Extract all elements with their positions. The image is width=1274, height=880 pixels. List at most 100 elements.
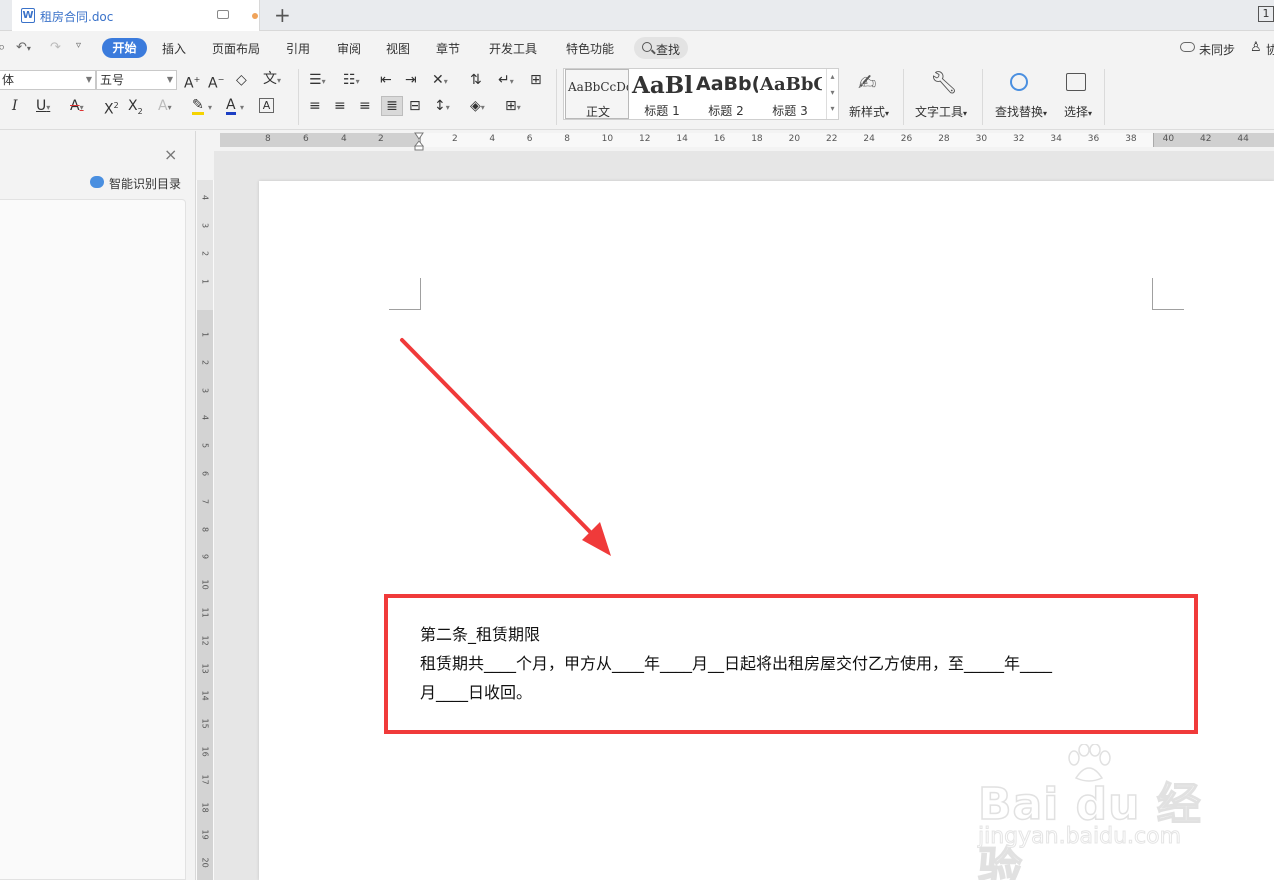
chinese-layout-icon[interactable]: ✕▾: [432, 72, 448, 90]
decrease-indent-icon[interactable]: ⇤: [380, 72, 392, 88]
menu-start[interactable]: 开始: [102, 38, 147, 58]
style-name: 标题 3: [772, 104, 808, 118]
table-ruler-icon[interactable]: ⊞: [530, 72, 542, 88]
menu-bar: ⌕ ↶▾ ↷ ▿ 开始 插入 页面布局 引用 审阅 视图 章节 开发工具 特色功…: [0, 31, 1274, 65]
quick-access-dropdown-icon[interactable]: ▿: [76, 40, 81, 51]
select-cursor-icon: [1066, 73, 1086, 91]
ruler-tick-label: 6: [526, 134, 533, 144]
ruler-tick-label: 19: [200, 829, 210, 841]
bullets-icon[interactable]: ☰▾: [309, 72, 326, 90]
ruler-tick-label: 24: [863, 134, 875, 144]
gallery-scroll-buttons[interactable]: ▴ ▾ ▾: [826, 69, 838, 119]
ruler-tick-label: 14: [200, 690, 210, 702]
menu-developer[interactable]: 开发工具: [489, 40, 537, 57]
justify-icon[interactable]: ≣: [381, 96, 403, 116]
subscript-icon[interactable]: X2: [128, 98, 143, 120]
ruler-tick-label: 8: [564, 134, 570, 144]
italic-icon[interactable]: I: [12, 98, 18, 114]
shading-icon[interactable]: ◈▾: [470, 98, 485, 116]
ruler-tick-label: 11: [200, 607, 210, 618]
ruler-tick-label: 20: [788, 134, 801, 144]
search-command-button[interactable]: 查找: [634, 37, 688, 59]
char-border-icon[interactable]: A: [259, 98, 274, 113]
contract-clause[interactable]: 第二条_租赁期限 租赁期共____个月，甲方从____年____月__日起将出租…: [420, 620, 1160, 707]
align-right-icon[interactable]: ≡: [359, 98, 371, 114]
font-name-value: 体: [2, 73, 15, 87]
ruler-tick-label: 2: [452, 134, 458, 144]
menu-section[interactable]: 章节: [436, 40, 460, 57]
underline-icon[interactable]: U▾: [36, 98, 50, 116]
style-normal[interactable]: AaBbCcDd 正文: [565, 69, 629, 119]
grow-font-icon[interactable]: A+: [184, 72, 200, 92]
ruler-tick-label: 12: [200, 635, 210, 646]
phonetic-guide-icon[interactable]: 文▾: [263, 71, 281, 89]
menu-view[interactable]: 视图: [386, 40, 410, 57]
strikethrough-icon[interactable]: A▾: [70, 98, 84, 116]
search-icon[interactable]: ⌕: [0, 40, 5, 55]
menu-review[interactable]: 审阅: [337, 40, 361, 57]
ruler-tick-label: 6: [200, 470, 210, 477]
sort-icon[interactable]: ⇅: [470, 72, 482, 88]
style-heading-1[interactable]: AaBl 标题 1: [630, 69, 694, 119]
borders-icon[interactable]: ⊞▾: [505, 98, 521, 116]
undo-icon[interactable]: ↶▾: [16, 40, 31, 55]
ruler-tick-label: 13: [200, 663, 210, 674]
collaborate-label[interactable]: 协: [1266, 41, 1274, 58]
cloud-sync-icon: [1180, 42, 1195, 52]
sync-status[interactable]: 未同步: [1199, 41, 1235, 58]
window-count-badge[interactable]: 1: [1258, 6, 1274, 22]
menu-references[interactable]: 引用: [286, 40, 310, 57]
menu-special-features[interactable]: 特色功能: [566, 40, 614, 57]
ruler-tick-label: 4: [341, 134, 347, 144]
indent-marker-icon[interactable]: [414, 131, 424, 151]
toolbar-divider: [556, 69, 557, 125]
wrench-icon: 🔧︎: [930, 71, 958, 96]
line-spacing-icon[interactable]: ↕▾: [434, 98, 450, 116]
ruler-tick-label: 20: [200, 857, 210, 868]
font-size-value: 五号: [100, 73, 125, 87]
toc-list[interactable]: [0, 199, 186, 880]
document-tab[interactable]: W 租房合同.doc: [12, 0, 260, 31]
align-center-icon[interactable]: ≡: [334, 98, 346, 114]
clause-line-1: 租赁期共____个月，甲方从____年____月__日起将出租房屋交付乙方使用，…: [420, 654, 1053, 673]
show-hide-marks-icon[interactable]: ↵▾: [498, 72, 514, 90]
ruler-tick-label: 16: [200, 746, 210, 757]
ruler-tick-label: 18: [200, 802, 210, 813]
superscript-icon[interactable]: X2: [104, 98, 119, 118]
style-name: 正文: [585, 105, 610, 119]
ruler-tick-label: 44: [1237, 134, 1249, 144]
text-effect-icon[interactable]: A▾: [158, 98, 172, 116]
style-heading-3[interactable]: AaBbC 标题 3: [758, 69, 822, 119]
align-left-icon[interactable]: ≡: [309, 98, 321, 114]
increase-indent-icon[interactable]: ⇥: [405, 72, 417, 88]
font-name-select[interactable]: 体 ▼: [0, 70, 96, 90]
menu-insert[interactable]: 插入: [162, 40, 186, 57]
numbering-icon[interactable]: ☷▾: [343, 72, 360, 90]
new-tab-button[interactable]: +: [274, 4, 291, 26]
ruler-tick-label: 4: [200, 415, 210, 421]
style-gallery: AaBbCcDd 正文 AaBl 标题 1 AaBb( 标题 2 AaBbC 标…: [563, 68, 839, 120]
search-command-label: 查找: [656, 43, 681, 57]
clear-format-icon[interactable]: ◇: [236, 72, 247, 88]
ruler-tick-label: 32: [1013, 134, 1025, 144]
margin-corner-top-right: [1152, 278, 1184, 310]
ruler-tick-label: 18: [751, 134, 763, 144]
style-preview: AaBbC: [760, 74, 822, 95]
close-pane-icon[interactable]: ×: [164, 145, 177, 164]
font-color-icon[interactable]: A: [226, 98, 236, 115]
redo-icon[interactable]: ↷: [50, 40, 61, 55]
ribbon-toolbar: 体 ▼ 五号 ▼ A+ A− ◇ 文▾ I U▾ A▾ X2 X2 A▾ ✎ ▾ …: [0, 65, 1274, 130]
distributed-align-icon[interactable]: ⊟: [409, 98, 421, 114]
toolbar-divider: [298, 69, 299, 125]
style-heading-2[interactable]: AaBb( 标题 2: [694, 69, 758, 119]
ruler-tick-label: 17: [200, 774, 210, 785]
monitor-icon[interactable]: [217, 10, 229, 19]
menu-page-layout[interactable]: 页面布局: [212, 40, 260, 57]
toolbar-divider: [982, 69, 983, 125]
smart-toc-label: 智能识别目录: [109, 177, 182, 191]
font-size-select[interactable]: 五号 ▼: [96, 70, 177, 90]
toolbar-divider: [1104, 69, 1105, 125]
highlight-icon[interactable]: ✎: [192, 98, 204, 115]
shrink-font-icon[interactable]: A−: [208, 72, 224, 92]
ruler-tick-label: 22: [826, 134, 838, 144]
